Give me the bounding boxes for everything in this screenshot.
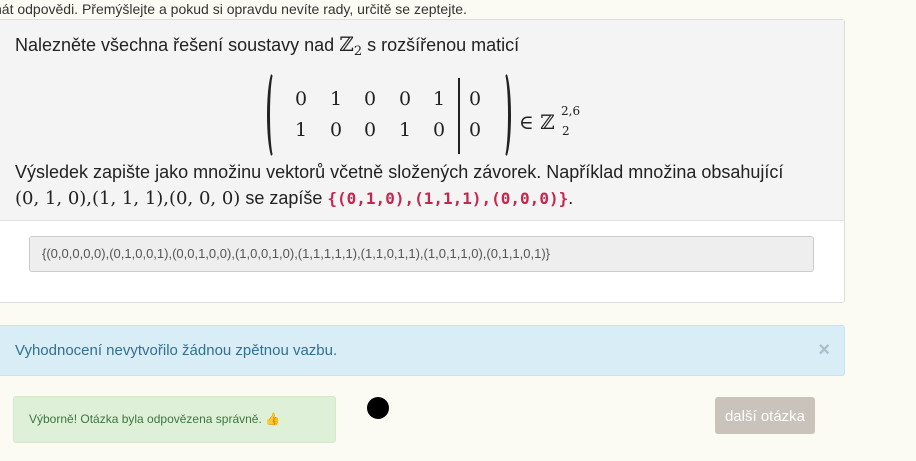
- answer-field[interactable]: {(0,0,0,0,0),(0,1,0,0,1),(0,0,1,0,0),(1,…: [29, 236, 814, 272]
- format-instruction: Výsledek zapište jako množinu vektorů vč…: [15, 162, 784, 182]
- matrix-cell: 0: [363, 88, 377, 110]
- matrix-rhs-cell: 0: [468, 119, 482, 141]
- example-period: .: [568, 188, 574, 208]
- space-superscript: 2,6: [561, 104, 581, 118]
- space-subscript: 2: [562, 124, 570, 138]
- right-paren: [497, 70, 511, 160]
- matrix-cell: 1: [398, 119, 412, 141]
- example-code: {(0,1,0),(1,1,1),(0,0,0)}: [327, 189, 569, 208]
- next-question-button[interactable]: další otázka: [715, 397, 815, 434]
- field-subscript: 2: [353, 44, 363, 59]
- close-icon[interactable]: ×: [818, 326, 830, 375]
- matrix-cell: 0: [294, 88, 308, 110]
- feedback-alert: Vyhodnocení nevytvořilo žádnou zpětnou v…: [0, 325, 845, 376]
- question-body: Nalezněte všechna řešení soustavy nad ℤ2…: [0, 20, 844, 221]
- augmented-matrix: 0 1 0 0 1 0 1 0 0 1 0 0 ∈ ℤ 2,6 2: [267, 70, 597, 162]
- field-symbol: ℤ: [339, 32, 354, 56]
- feedback-text: Vyhodnocení nevytvořilo žádnou zpětnou v…: [15, 342, 338, 359]
- cursor-dot: [367, 397, 389, 419]
- question-card: Nalezněte všechna řešení soustavy nad ℤ2…: [0, 19, 845, 303]
- success-alert: Výborně! Otázka byla odpovězena správně.…: [13, 396, 336, 443]
- matrix-cell: 0: [398, 88, 412, 110]
- matrix-cell: 1: [329, 88, 343, 110]
- question-suffix: s rozšířenou maticí: [367, 35, 520, 55]
- membership-symbol: ∈ ℤ: [519, 110, 555, 134]
- question-prefix: Nalezněte všechna řešení soustavy nad: [15, 35, 335, 55]
- left-paren: [267, 70, 281, 160]
- matrix-cell: 1: [294, 119, 308, 141]
- instructions-note: nát odpovědi. Přemýšlejte a pokud si opr…: [0, 1, 467, 17]
- matrix-cell: 0: [432, 119, 446, 141]
- matrix-cell: 0: [329, 119, 343, 141]
- example-writes-as: se zapíše: [245, 188, 323, 208]
- membership-expression: ∈ ℤ 2,6 2: [519, 104, 580, 138]
- matrix-rhs-cell: 0: [468, 88, 482, 110]
- matrix-cell: 1: [432, 88, 446, 110]
- format-example: (0, 1, 0),(1, 1, 1),(0, 0, 0) se zapíše …: [15, 184, 573, 213]
- matrix-cell: 0: [363, 119, 377, 141]
- question-text: Nalezněte všechna řešení soustavy nad ℤ2…: [15, 32, 519, 60]
- augment-bar: [458, 78, 460, 154]
- example-vectors: (0, 1, 0),(1, 1, 1),(0, 0, 0): [15, 188, 241, 209]
